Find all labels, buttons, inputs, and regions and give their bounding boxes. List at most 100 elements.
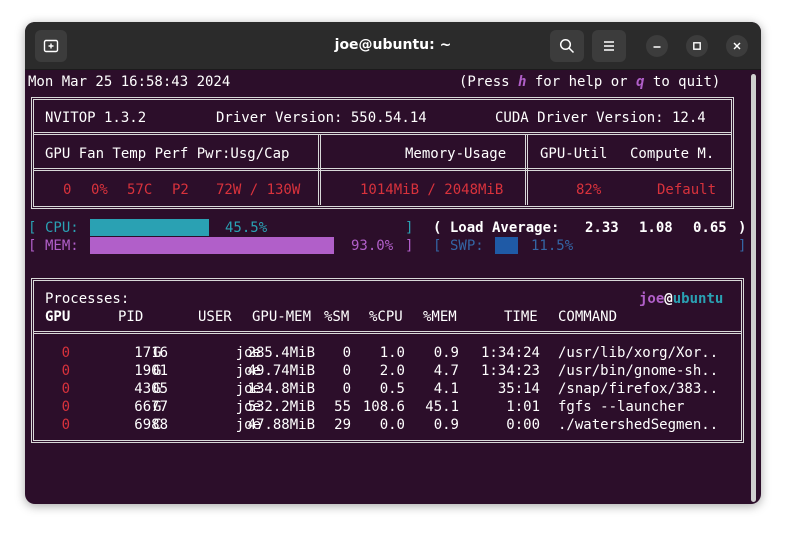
cell-mem: 45.1 — [425, 399, 459, 415]
cell-command: /usr/lib/xorg/Xor.. — [558, 345, 719, 361]
col-sm: %SM — [324, 309, 350, 325]
user-host: joe@ubuntu — [639, 290, 723, 308]
swp-percent: 11.5% — [531, 238, 574, 254]
cuda-version: CUDA Driver Version: 12.4 — [495, 110, 706, 126]
processes-title: Processes: — [45, 291, 130, 307]
cell-time: 0:00 — [506, 417, 540, 433]
mem-usage-bar — [90, 237, 334, 254]
driver-version: Driver Version: 550.54.14 — [216, 110, 427, 126]
user-name: joe — [639, 291, 665, 307]
cell-gpu: 0 — [61, 399, 70, 415]
swp-usage-bar — [495, 237, 518, 254]
cell-cpu: 0.5 — [379, 381, 405, 397]
cell-gpu: 0 — [61, 381, 70, 397]
gpu-util: 82% — [576, 182, 602, 198]
col-gpu: GPU — [45, 309, 71, 325]
scrollbar[interactable] — [751, 74, 756, 502]
load-average-1: 2.33 — [585, 220, 619, 236]
cell-gpu-mem: 49.74MiB — [247, 363, 315, 379]
menu-button[interactable] — [592, 30, 626, 62]
gpu-fan: 0% — [91, 182, 108, 198]
cell-time: 1:01 — [506, 399, 540, 415]
minimize-button[interactable] — [646, 35, 668, 57]
mem-percent: 93.0% — [351, 238, 394, 254]
col-command: COMMAND — [558, 309, 618, 325]
host-name: ubuntu — [672, 291, 724, 307]
cell-cpu: 108.6 — [362, 399, 405, 415]
cpu-label: CPU: — [45, 220, 79, 236]
nvitop-version: NVITOP 1.3.2 — [45, 110, 147, 126]
cell-pid: 1716 — [134, 345, 168, 361]
at-sign: @ — [664, 291, 673, 307]
gpu-index: 0 — [63, 182, 72, 198]
col-user: USER — [198, 309, 232, 325]
swp-bracket-open: [ — [433, 238, 442, 254]
cell-sm: 0 — [342, 363, 351, 379]
maximize-icon — [693, 42, 701, 50]
gpu-header-left: GPU Fan Temp Perf Pwr:Usg/Cap — [45, 146, 290, 162]
cell-pid: 6677 — [134, 399, 168, 415]
cell-gpu-mem: 532.2MiB — [247, 399, 315, 415]
cpu-usage-bar — [90, 219, 209, 236]
cell-gpu: 0 — [61, 363, 70, 379]
gpu-box-vdivider-2 — [525, 134, 528, 205]
cell-sm: 0 — [342, 345, 351, 361]
cell-pid: 4305 — [134, 381, 168, 397]
cell-gpu-mem: 134.8MiB — [247, 381, 315, 397]
help-text-open: (Press — [459, 74, 519, 90]
hamburger-menu-icon — [604, 41, 614, 51]
gpu-header-util: GPU-Util — [540, 146, 608, 162]
gpu-compute-mode: Default — [657, 182, 717, 198]
minimize-icon — [653, 46, 661, 48]
cell-cpu: 0.0 — [379, 417, 405, 433]
cell-time: 1:34:23 — [480, 363, 540, 379]
cell-gpu: 0 — [61, 417, 70, 433]
new-tab-icon — [43, 39, 59, 53]
cell-pid: 1901 — [134, 363, 168, 379]
mem-bracket-open: [ — [28, 238, 37, 254]
swp-label: SWP: — [450, 238, 484, 254]
terminal-window: joe@ubuntu: ~ Mon Mar 25 16:58:43 2024 (… — [25, 22, 761, 504]
cell-mem: 0.9 — [433, 345, 459, 361]
search-button[interactable] — [550, 30, 584, 62]
load-average-15: 0.65 — [693, 220, 727, 236]
datetime: Mon Mar 25 16:58:43 2024 — [28, 74, 231, 90]
swp-bracket-close: ] — [738, 238, 747, 254]
terminal-content[interactable]: Mon Mar 25 16:58:43 2024 (Press h for he… — [25, 70, 761, 504]
mem-bracket-close: ] — [405, 238, 414, 254]
cell-gpu: 0 — [61, 345, 70, 361]
gpu-box-divider-2 — [33, 168, 732, 171]
cell-type: G — [153, 345, 162, 361]
gpu-box-divider-1 — [33, 132, 732, 135]
col-gpu-mem: GPU-MEM — [252, 309, 312, 325]
cpu-percent: 45.5% — [225, 220, 268, 236]
mem-label: MEM: — [45, 238, 79, 254]
titlebar: joe@ubuntu: ~ — [25, 22, 761, 70]
load-average-close: ) — [738, 220, 747, 236]
cell-mem: 4.7 — [433, 363, 459, 379]
close-button[interactable] — [726, 35, 748, 57]
cell-time: 1:34:24 — [480, 345, 540, 361]
load-average-5: 1.08 — [639, 220, 673, 236]
maximize-button[interactable] — [686, 35, 708, 57]
cell-cpu: 2.0 — [379, 363, 405, 379]
gpu-box-vdivider-1 — [318, 134, 321, 205]
cell-type: G — [153, 399, 162, 415]
cell-mem: 4.1 — [433, 381, 459, 397]
new-tab-button[interactable] — [35, 30, 67, 62]
cell-type: G — [153, 381, 162, 397]
help-text-close: to quit) — [644, 74, 721, 90]
col-pid: PID — [118, 309, 144, 325]
cell-command: /usr/bin/gnome-sh.. — [558, 363, 719, 379]
cell-type: C — [153, 417, 162, 433]
gpu-power: 72W / 130W — [216, 182, 301, 198]
cell-command: fgfs --launcher — [558, 399, 685, 415]
col-cpu: %CPU — [369, 309, 403, 325]
cell-gpu-mem: 47.88MiB — [247, 417, 315, 433]
gpu-perf: P2 — [172, 182, 189, 198]
cell-sm: 0 — [342, 381, 351, 397]
cell-gpu-mem: 285.4MiB — [247, 345, 315, 361]
cell-type: G — [153, 363, 162, 379]
cell-mem: 0.9 — [433, 417, 459, 433]
gpu-header-memory: Memory-Usage — [405, 146, 507, 162]
